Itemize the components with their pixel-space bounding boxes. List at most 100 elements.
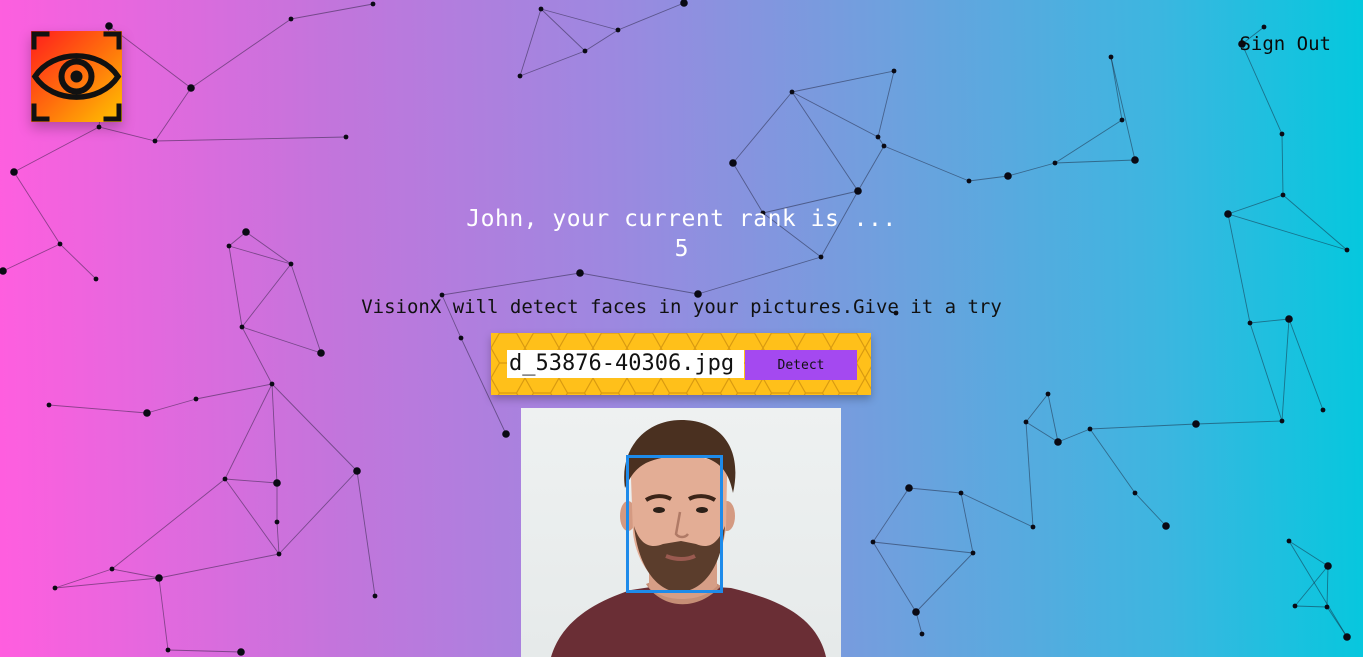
uploaded-photo bbox=[521, 408, 841, 657]
particle-dot bbox=[891, 68, 897, 74]
particle-link bbox=[697, 256, 822, 295]
particle-link bbox=[48, 404, 148, 414]
particle-link bbox=[791, 91, 879, 138]
particle-dot bbox=[1132, 490, 1138, 496]
particle-dot bbox=[615, 27, 621, 33]
particle-dot bbox=[155, 574, 163, 582]
particle-link bbox=[519, 8, 542, 77]
particle-link bbox=[441, 272, 581, 296]
particle-dot bbox=[789, 89, 795, 95]
particle-dot bbox=[353, 467, 361, 475]
particle-dot bbox=[1162, 522, 1170, 530]
particle-link bbox=[732, 91, 793, 164]
particle-link bbox=[872, 541, 974, 554]
particle-dot bbox=[105, 22, 113, 30]
particle-dot bbox=[288, 16, 294, 22]
particle-dot bbox=[1286, 538, 1292, 544]
particle-dot bbox=[1320, 407, 1326, 413]
particle-link bbox=[877, 70, 895, 138]
particle-link bbox=[224, 478, 278, 484]
particle-link bbox=[195, 383, 273, 400]
particle-dot bbox=[1108, 54, 1114, 60]
particle-link bbox=[278, 470, 358, 555]
particle-link bbox=[1047, 393, 1059, 443]
particle-dot bbox=[576, 269, 584, 277]
particle-link bbox=[154, 87, 192, 142]
particle-link bbox=[857, 145, 885, 192]
particle-link bbox=[960, 492, 1034, 528]
particle-link bbox=[1249, 322, 1283, 422]
image-url-input[interactable] bbox=[507, 350, 744, 378]
particle-dot bbox=[1261, 24, 1267, 30]
particle-link bbox=[290, 3, 374, 20]
particle-link bbox=[791, 91, 859, 192]
particle-link bbox=[111, 478, 226, 570]
particle-dot bbox=[343, 134, 349, 140]
particle-dot bbox=[966, 178, 972, 184]
particle-dot bbox=[1324, 562, 1332, 570]
particle-dot bbox=[276, 551, 282, 557]
particle-dot bbox=[165, 647, 171, 653]
particle-dot bbox=[970, 550, 976, 556]
particle-link bbox=[1281, 133, 1284, 196]
rank-message: John, your current rank is ... bbox=[466, 206, 897, 232]
particle-dot bbox=[1292, 603, 1298, 609]
particle-link bbox=[154, 136, 347, 142]
particle-link bbox=[968, 175, 1009, 182]
particle-link bbox=[146, 398, 197, 414]
particle-dot bbox=[1280, 192, 1286, 198]
particle-dot bbox=[1279, 131, 1285, 137]
particle-link bbox=[111, 568, 160, 579]
particle-link bbox=[1294, 565, 1329, 607]
particle-link bbox=[1089, 423, 1197, 430]
particle-dot bbox=[1131, 156, 1139, 164]
particle-dot bbox=[239, 324, 245, 330]
particle-dot bbox=[1030, 524, 1036, 530]
particle-link bbox=[1326, 565, 1329, 608]
particle-dot bbox=[854, 187, 862, 195]
particle-link bbox=[1241, 43, 1283, 135]
particle-dot bbox=[1087, 426, 1093, 432]
particle-dot bbox=[0, 267, 7, 275]
particle-dot bbox=[905, 484, 913, 492]
particle-dot bbox=[317, 349, 325, 357]
particle-dot bbox=[274, 519, 280, 525]
particle-link bbox=[1288, 540, 1348, 638]
particle-dot bbox=[370, 1, 376, 7]
particle-link bbox=[872, 541, 917, 613]
face-bounding-box bbox=[626, 455, 723, 593]
particle-link bbox=[224, 478, 280, 555]
particle-dot bbox=[1052, 160, 1058, 166]
particle-dot bbox=[881, 143, 887, 149]
particle-link bbox=[883, 145, 970, 182]
particle-dot bbox=[46, 402, 52, 408]
particle-link bbox=[872, 487, 910, 543]
particle-dot bbox=[273, 479, 281, 487]
particle-dot bbox=[680, 0, 688, 7]
particle-dot bbox=[958, 490, 964, 496]
particle-link bbox=[1249, 318, 1290, 324]
particle-link bbox=[1089, 428, 1136, 494]
particle-dot bbox=[96, 124, 102, 130]
particle-dot bbox=[875, 134, 881, 140]
particle-link bbox=[1025, 421, 1034, 528]
particle-dot bbox=[458, 335, 464, 341]
app-logo[interactable] bbox=[31, 31, 122, 122]
particle-dot bbox=[152, 138, 158, 144]
particle-link bbox=[271, 383, 278, 484]
particle-dot bbox=[269, 381, 275, 387]
particle-link bbox=[98, 126, 156, 142]
particle-link bbox=[13, 126, 100, 173]
particle-dot bbox=[1343, 633, 1351, 641]
particle-link bbox=[1110, 56, 1123, 121]
detect-button[interactable]: Detect bbox=[745, 350, 857, 380]
sign-out-link[interactable]: Sign Out bbox=[1239, 33, 1331, 55]
particle-link bbox=[579, 272, 699, 295]
particle-dot bbox=[93, 276, 99, 282]
particle-dot bbox=[870, 539, 876, 545]
image-url-form: Detect bbox=[491, 333, 871, 395]
particle-link bbox=[276, 521, 280, 555]
particle-link bbox=[908, 487, 962, 494]
particle-link bbox=[1025, 393, 1049, 423]
particle-dot bbox=[193, 396, 199, 402]
